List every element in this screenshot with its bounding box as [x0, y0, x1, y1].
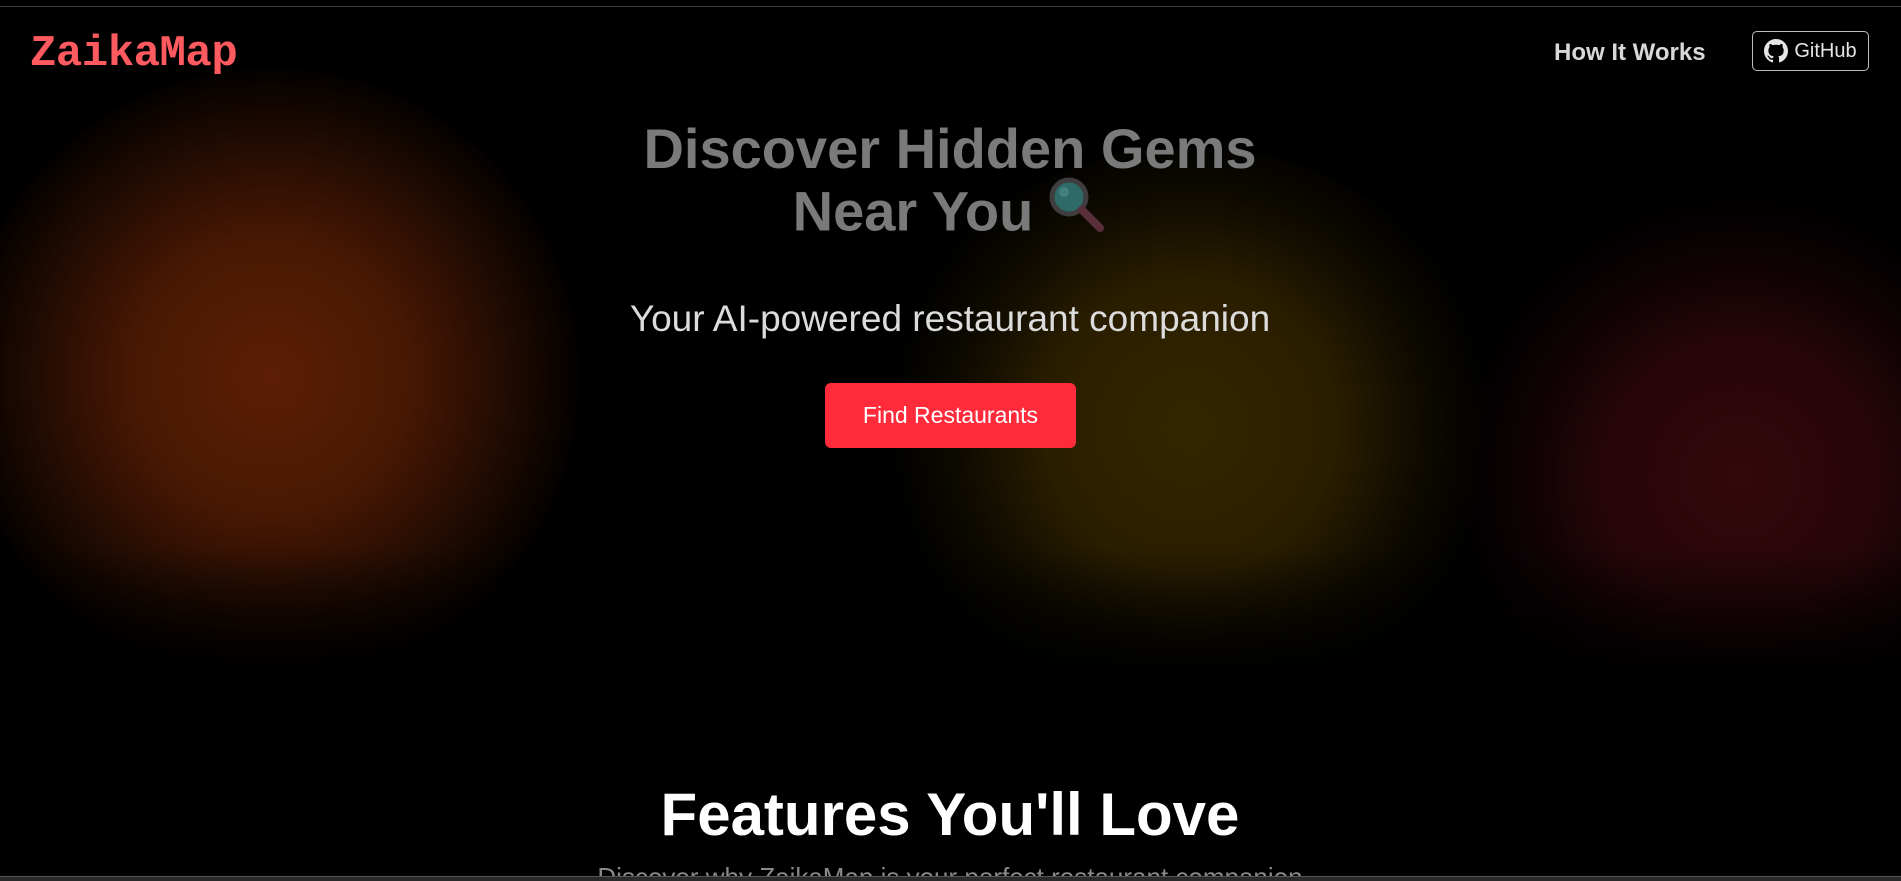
logo[interactable]: ZaikaMap [30, 29, 238, 79]
browser-top-edge [0, 0, 1901, 7]
how-it-works-link[interactable]: How It Works [1554, 39, 1706, 67]
magnifying-glass-icon [1045, 173, 1107, 246]
github-button[interactable]: GitHub [1752, 31, 1869, 71]
page: ZaikaMap How It Works GitHub Discover Hi… [0, 0, 1901, 881]
hero-fade [0, 547, 1901, 665]
github-icon [1764, 39, 1789, 63]
headline-line-2: Near You [792, 179, 1034, 243]
headline-line-1: Discover Hidden Gems [643, 117, 1257, 180]
features-title: Features You'll Love [660, 781, 1240, 848]
github-label: GitHub [1794, 39, 1857, 62]
find-restaurants-button[interactable]: Find Restaurants [825, 383, 1076, 448]
navbar: ZaikaMap How It Works GitHub [0, 7, 1901, 97]
browser-bottom-edge [0, 876, 1901, 881]
hero-subtitle: Your AI-powered restaurant companion [629, 298, 1271, 339]
hero-headline: Discover Hidden Gems Near You [500, 119, 1400, 252]
